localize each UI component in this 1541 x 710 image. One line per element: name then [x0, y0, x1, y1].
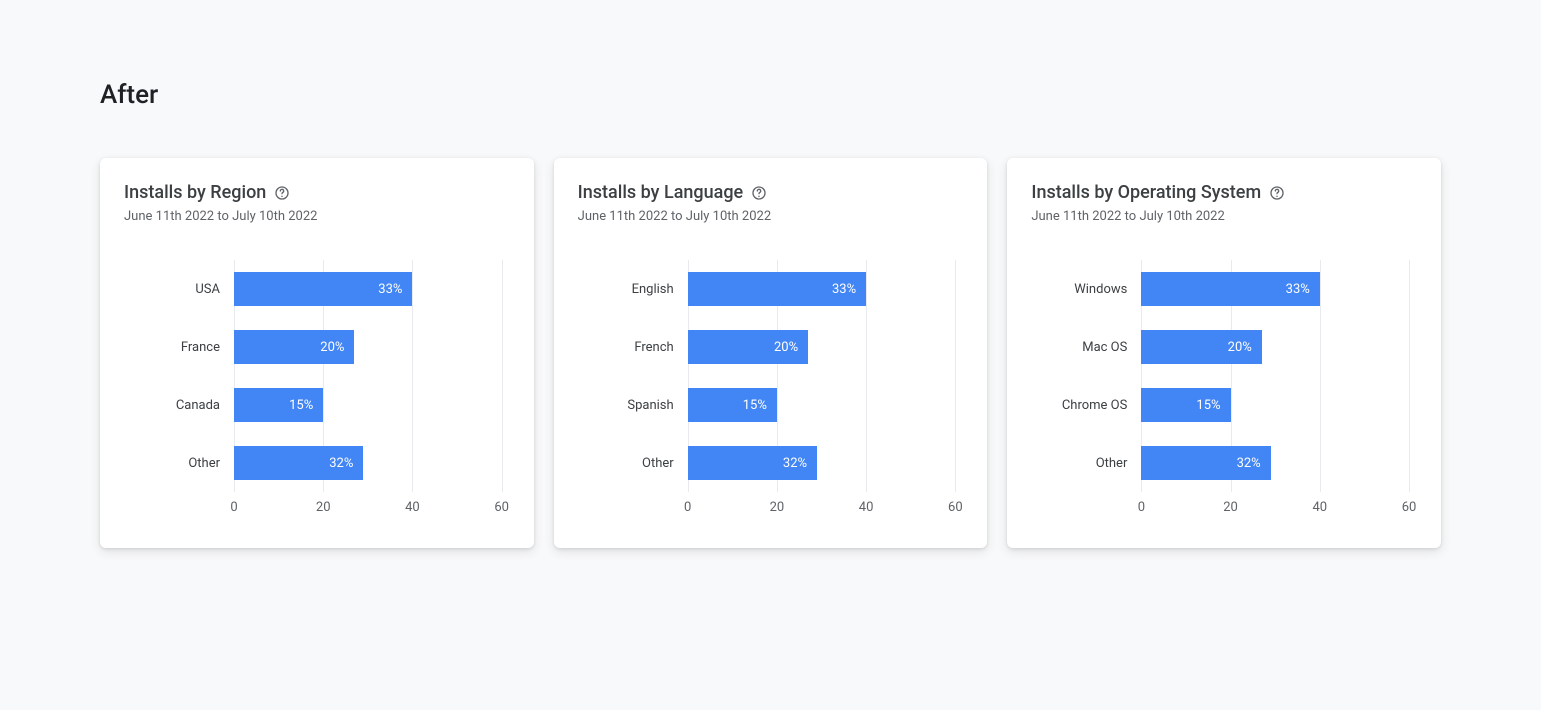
category-label: USA: [124, 260, 234, 318]
help-icon[interactable]: [751, 185, 767, 201]
bar-value-label: 33%: [832, 282, 856, 297]
gridline: [412, 260, 413, 492]
axis-tick: 60: [494, 500, 509, 515]
bar-value-label: 33%: [1286, 282, 1310, 297]
gridline: [866, 260, 867, 492]
axis-tick: 60: [1402, 500, 1417, 515]
category-label: Other: [578, 434, 688, 492]
category-label: Other: [124, 434, 234, 492]
chart-area: EnglishFrenchSpanishOther 33% 20% 15% 32% 0 20…: [578, 260, 956, 520]
bar-value-label: 15%: [1196, 398, 1220, 413]
bar: 33%: [234, 272, 412, 306]
bar: 15%: [688, 388, 777, 422]
card-title: Installs by Language: [578, 182, 744, 203]
bar: 32%: [688, 446, 817, 480]
plot-area: 33% 20% 15% 32%: [688, 260, 956, 492]
bar: 33%: [1141, 272, 1319, 306]
cards-row: Installs by Region June 11th 2022 to July…: [100, 158, 1441, 548]
category-label: Canada: [124, 376, 234, 434]
category-label: English: [578, 260, 688, 318]
bar: 32%: [1141, 446, 1270, 480]
category-label: France: [124, 318, 234, 376]
chart-area: USAFranceCanadaOther33%20%15%32%0204060: [124, 260, 502, 520]
category-label: Mac OS: [1031, 318, 1141, 376]
labels-column: EnglishFrenchSpanishOther: [578, 260, 688, 492]
axis-ticks: 0204060: [688, 500, 956, 520]
bar: 15%: [234, 388, 323, 422]
card-subtitle: June 11th 2022 to July 10th 2022: [124, 209, 502, 224]
axis-tick: 40: [859, 500, 874, 515]
help-icon[interactable]: [274, 185, 290, 201]
chart-card: Installs by Operating System June 11th 20…: [1007, 158, 1441, 548]
axis-tick: 0: [230, 500, 237, 515]
bar-value-label: 20%: [320, 340, 344, 355]
axis-ticks: 0204060: [1141, 500, 1409, 520]
labels-column: WindowsMac OSChrome OSOther: [1031, 260, 1141, 492]
bar-value-label: 15%: [743, 398, 767, 413]
category-label: Spanish: [578, 376, 688, 434]
axis-tick: 20: [770, 500, 785, 515]
bars-region: WindowsMac OSChrome OSOther 33% 20% 15% 32%: [1031, 260, 1409, 492]
gridline: [1320, 260, 1321, 492]
bar: 20%: [1141, 330, 1261, 364]
gridline: [1409, 260, 1410, 492]
gridline: [502, 260, 503, 492]
card-title: Installs by Operating System: [1031, 182, 1261, 203]
category-label: Chrome OS: [1031, 376, 1141, 434]
bar: 33%: [688, 272, 866, 306]
x-axis: 0204060: [124, 500, 502, 520]
axis-tick: 40: [1312, 500, 1327, 515]
page-title: After: [100, 80, 1441, 110]
axis-tick: 0: [1138, 500, 1145, 515]
card-title-row: Installs by Language: [578, 182, 956, 203]
bar: 15%: [1141, 388, 1230, 422]
card-title-row: Installs by Region: [124, 182, 502, 203]
bar-value-label: 20%: [774, 340, 798, 355]
card-subtitle: June 11th 2022 to July 10th 2022: [578, 209, 956, 224]
x-axis: 0204060: [1031, 500, 1409, 520]
axis-tick: 20: [1223, 500, 1238, 515]
bar-value-label: 32%: [329, 456, 353, 471]
chart-card: Installs by Region June 11th 2022 to July…: [100, 158, 534, 548]
category-label: Other: [1031, 434, 1141, 492]
card-title: Installs by Region: [124, 182, 266, 203]
category-label: Windows: [1031, 260, 1141, 318]
labels-column: USAFranceCanadaOther: [124, 260, 234, 492]
plot-area: 33% 20% 15% 32%: [234, 260, 502, 492]
chart-area: WindowsMac OSChrome OSOther 33% 20% 15% 32% 0…: [1031, 260, 1409, 520]
card-subtitle: June 11th 2022 to July 10th 2022: [1031, 209, 1409, 224]
card-title-row: Installs by Operating System: [1031, 182, 1409, 203]
bar-value-label: 20%: [1228, 340, 1252, 355]
plot-area: 33% 20% 15% 32%: [1141, 260, 1409, 492]
bars-region: EnglishFrenchSpanishOther 33% 20% 15% 32%: [578, 260, 956, 492]
bar: 20%: [688, 330, 808, 364]
x-axis: 0204060: [578, 500, 956, 520]
help-icon[interactable]: [1269, 185, 1285, 201]
axis-tick: 60: [948, 500, 963, 515]
chart-card: Installs by Language June 11th 2022 to Ju…: [554, 158, 988, 548]
bar-value-label: 33%: [378, 282, 402, 297]
bar-value-label: 32%: [783, 456, 807, 471]
axis-tick: 40: [405, 500, 420, 515]
axis-tick: 20: [316, 500, 331, 515]
category-label: French: [578, 318, 688, 376]
bar-value-label: 32%: [1237, 456, 1261, 471]
bar-value-label: 15%: [289, 398, 313, 413]
bar: 32%: [234, 446, 363, 480]
axis-tick: 0: [684, 500, 691, 515]
gridline: [955, 260, 956, 492]
bar: 20%: [234, 330, 354, 364]
bars-region: USAFranceCanadaOther 33% 20% 15% 32%: [124, 260, 502, 492]
axis-ticks: 0204060: [234, 500, 502, 520]
